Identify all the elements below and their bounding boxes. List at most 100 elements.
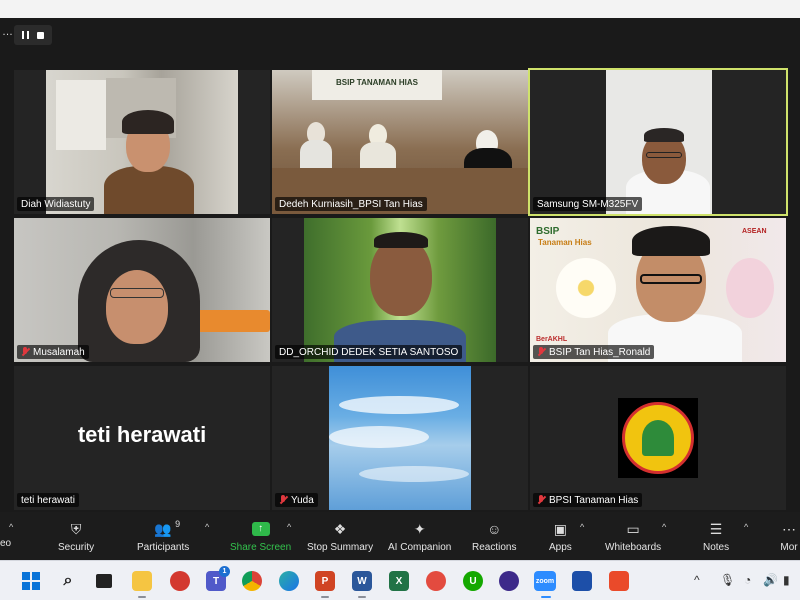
office-banner: BSIP TANAMAN HIAS [312, 70, 442, 100]
powerpoint-icon[interactable]: P [315, 571, 335, 591]
wifi-icon[interactable]: ◔ [744, 573, 751, 587]
zoom-icon[interactable]: zoom [534, 571, 556, 591]
tray-chevron-icon[interactable]: ^ [694, 573, 700, 587]
app-purple-icon[interactable] [499, 571, 519, 591]
mic-muted-icon [537, 495, 546, 505]
participant-name-tag: Yuda [275, 493, 318, 507]
summary-icon: ❖ [333, 520, 347, 537]
participant-name-tag: BSIP Tan Hias_Ronald [533, 345, 655, 359]
video-options-caret[interactable]: ^ [9, 522, 13, 532]
participant-tile[interactable]: DD_ORCHID DEDEK SETIA SANTOSO [272, 218, 528, 362]
asean-logo-text: ASEAN [742, 228, 767, 235]
participant-video [46, 70, 238, 214]
app-icon[interactable] [170, 571, 190, 591]
participant-name-tag: Samsung SM-M325FV [533, 197, 643, 211]
people-icon: 👥 9 [154, 519, 181, 537]
participant-tile[interactable]: Musalamah [14, 218, 270, 362]
participants-button[interactable]: 👥 9 Participants [137, 519, 189, 558]
participant-tile[interactable]: BSIP Tanaman Hias ASEAN BerAKHL BSIP Tan… [530, 218, 786, 362]
video-label: eo [0, 538, 12, 549]
app-red-icon[interactable] [426, 571, 446, 591]
apps-icon: ▣ [553, 520, 567, 537]
task-view-icon[interactable] [94, 571, 114, 591]
file-explorer-icon[interactable] [132, 571, 152, 591]
share-screen-icon: ↑ [251, 520, 271, 538]
meeting-toolbar: ^ eo ⛨ Security 👥 9 Participants ^ ↑ Shar… [0, 512, 800, 560]
video-gallery: Diah Widiastuty BSIP TANAMAN HIAS Dedeh … [0, 68, 800, 512]
search-icon[interactable]: ⌕ [58, 571, 78, 591]
participants-count: 9 [175, 519, 181, 529]
participant-name-tag: DD_ORCHID DEDEK SETIA SANTOSO [275, 345, 463, 359]
participant-name: teti herawati [21, 494, 75, 506]
stop-summary-button[interactable]: ❖ Stop Summary [307, 520, 373, 558]
participant-name-tag: teti herawati [17, 493, 79, 507]
notes-label: Notes [703, 542, 730, 553]
whiteboards-label: Whiteboards [605, 542, 662, 553]
window-top-strip [0, 0, 800, 18]
chrome-icon[interactable] [242, 571, 262, 591]
notes-icon: ☰ [709, 520, 723, 537]
ai-companion-button[interactable]: ✦ AI Companion [388, 520, 451, 558]
apps-button[interactable]: ▣ Apps [549, 520, 572, 558]
participant-tile-active-speaker[interactable]: Samsung SM-M325FV [528, 68, 788, 216]
battery-icon[interactable]: ▮ [783, 573, 790, 587]
apps-caret[interactable]: ^ [580, 522, 584, 532]
mic-muted-icon [537, 347, 546, 357]
microphone-icon[interactable]: 🎙 [720, 573, 735, 587]
participant-name: BPSI Tanaman Hias [549, 494, 639, 506]
edge-icon[interactable] [279, 571, 299, 591]
share-screen-label: Share Screen [230, 542, 292, 553]
share-screen-caret[interactable]: ^ [287, 522, 291, 532]
participant-video [304, 218, 496, 362]
participant-display-name: teti herawati [77, 422, 207, 447]
teams-icon[interactable]: T1 [206, 566, 230, 591]
participants-caret[interactable]: ^ [205, 522, 209, 532]
app-shield-icon[interactable] [572, 571, 592, 591]
participant-name: Yuda [291, 494, 314, 506]
app-orange-icon[interactable] [609, 571, 629, 591]
participant-name: DD_ORCHID DEDEK SETIA SANTOSO [279, 346, 459, 358]
whiteboard-icon: ▭ [626, 520, 640, 537]
emoji-icon: ☺ [487, 521, 502, 537]
shield-icon: ⛨ [70, 520, 82, 537]
notes-caret[interactable]: ^ [744, 522, 748, 532]
participant-tile[interactable]: Diah Widiastuty [14, 70, 270, 214]
security-label: Security [58, 542, 95, 553]
participant-name: BSIP Tan Hias_Ronald [549, 346, 651, 358]
participant-tile[interactable]: teti herawati teti herawati [14, 366, 270, 510]
more-label: Mor [780, 542, 798, 553]
whiteboards-caret[interactable]: ^ [662, 522, 666, 532]
participant-name: Musalamah [33, 346, 85, 358]
participant-name: Dedeh Kurniasih_BPSI Tan Hias [279, 198, 423, 210]
participant-video: BSIP Tanaman Hias ASEAN BerAKHL [530, 218, 786, 362]
participant-name-tag: Dedeh Kurniasih_BPSI Tan Hias [275, 197, 427, 211]
volume-icon[interactable]: 🔊 [763, 573, 778, 587]
excel-icon[interactable]: X [389, 571, 409, 591]
windows-taskbar: ⌕ T1 P W X U zoom ^ 🎙 ◔ 🔊 ▮ [0, 560, 800, 600]
more-button[interactable]: ⋯ Mor [779, 520, 799, 558]
sparkle-icon: ✦ [413, 520, 426, 537]
more-dots-icon: ⋯ [782, 520, 796, 537]
participant-video [329, 366, 471, 510]
share-screen-button[interactable]: ↑ Share Screen [230, 520, 291, 558]
word-icon[interactable]: W [352, 571, 372, 591]
whiteboards-button[interactable]: ▭ Whiteboards [605, 520, 661, 558]
participant-tile[interactable]: BSIP TANAMAN HIAS Dedeh Kurniasih_BPSI T… [272, 70, 528, 214]
reactions-button[interactable]: ☺ Reactions [472, 520, 516, 558]
participant-name: Samsung SM-M325FV [537, 198, 639, 210]
upwork-icon[interactable]: U [463, 571, 483, 591]
bsip-logo-text: BSIP [536, 226, 560, 237]
participant-tile[interactable]: Yuda [272, 366, 528, 510]
participant-name: Diah Widiastuty [21, 198, 91, 210]
security-button[interactable]: ⛨ Security [58, 520, 94, 558]
participant-video [14, 218, 270, 362]
ai-companion-label: AI Companion [388, 542, 452, 553]
participant-tile[interactable]: BPSI Tanaman Hias [530, 366, 786, 510]
more-dots-icon[interactable]: … [0, 25, 13, 45]
teams-badge: 1 [219, 566, 230, 577]
stop-recording-icon[interactable] [37, 31, 44, 39]
notes-button[interactable]: ☰ Notes [703, 520, 729, 558]
pause-recording-icon[interactable] [22, 31, 29, 39]
participant-name-tag: BPSI Tanaman Hias [533, 493, 643, 507]
windows-start-icon[interactable] [21, 571, 41, 591]
